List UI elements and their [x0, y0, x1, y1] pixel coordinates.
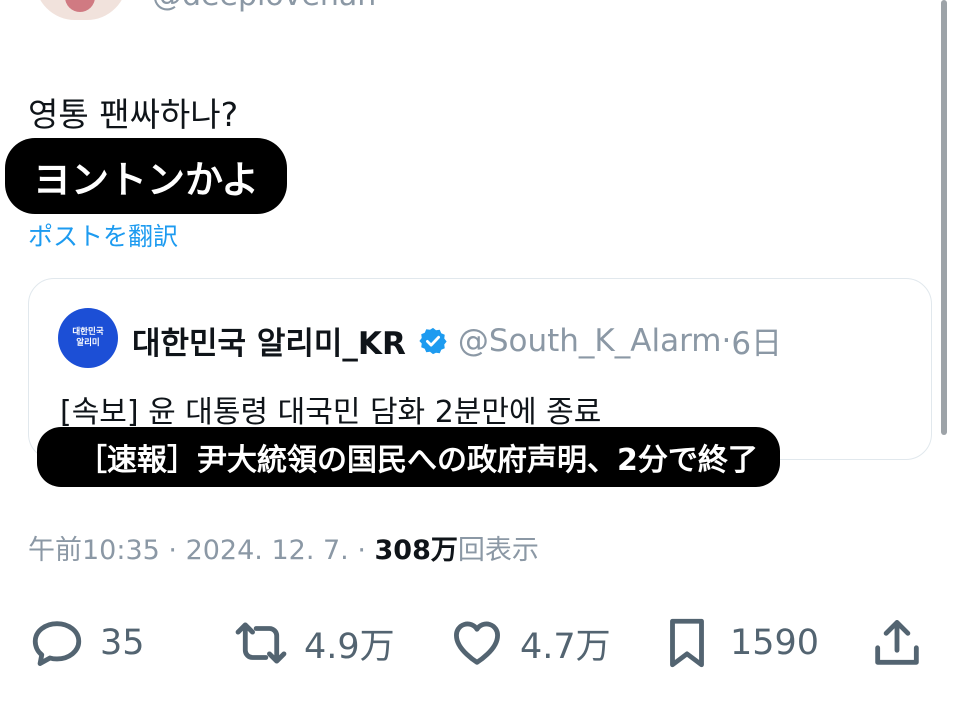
repost-count: 4.9万: [304, 626, 395, 667]
quote-time[interactable]: 6日: [731, 318, 782, 363]
quote-caption: ［速報］尹大統領の国民への政府声明、2分で終了: [37, 427, 780, 487]
like-button[interactable]: 4.7万: [448, 614, 611, 672]
reply-button[interactable]: 35: [28, 614, 145, 672]
quote-avatar-line1: 대한민국: [72, 327, 104, 337]
heart-icon: [454, 621, 500, 665]
repost-button[interactable]: 4.9万: [232, 614, 395, 672]
quote-avatar-line2: 알리미: [76, 338, 100, 348]
scrollbar[interactable]: [941, 0, 947, 435]
meta-dot-1: ·: [168, 535, 186, 566]
quote-author-handle[interactable]: @South_K_Alarm: [458, 323, 722, 359]
quote-separator-dot: ·: [721, 322, 732, 359]
quote-text: [속보] 윤 대통령 대국민 담화 2분만에 종료: [60, 395, 602, 430]
quote-avatar[interactable]: 대한민국 알리미: [58, 308, 118, 368]
repost-icon: [235, 622, 287, 664]
tweet-text: 영통 팬싸하나?: [28, 95, 239, 134]
reply-count: 35: [100, 623, 145, 663]
view-count: 308万: [374, 535, 458, 566]
tweet-time[interactable]: 午前10:35: [28, 535, 160, 566]
view-label: 回表示: [457, 535, 539, 566]
reply-icon: [32, 621, 82, 666]
quote-author-name[interactable]: 대한민국 알리미_KR: [132, 318, 406, 363]
bookmark-icon: [670, 618, 704, 668]
share-icon: [875, 620, 919, 665]
meta-dot-2: ·: [357, 535, 375, 566]
tweet-meta: 午前10:35 · 2024. 12. 7. · 308万回表示: [28, 528, 539, 567]
verified-badge-icon: [419, 327, 447, 354]
bookmark-button[interactable]: 1590: [658, 614, 819, 672]
author-handle[interactable]: @deeplovehan: [152, 0, 376, 13]
tweet-caption: ヨントンかよ: [5, 138, 288, 214]
bookmark-count: 1590: [730, 623, 820, 663]
translate-post-link[interactable]: ポストを翻訳: [28, 217, 178, 253]
like-count: 4.7万: [520, 626, 611, 667]
quote-header: 대한민국 알리미_KR @South_K_Alarm · 6日: [132, 318, 782, 363]
tweet-date[interactable]: 2024. 12. 7.: [186, 535, 349, 566]
share-button[interactable]: [868, 614, 926, 672]
author-avatar[interactable]: [35, 0, 127, 20]
